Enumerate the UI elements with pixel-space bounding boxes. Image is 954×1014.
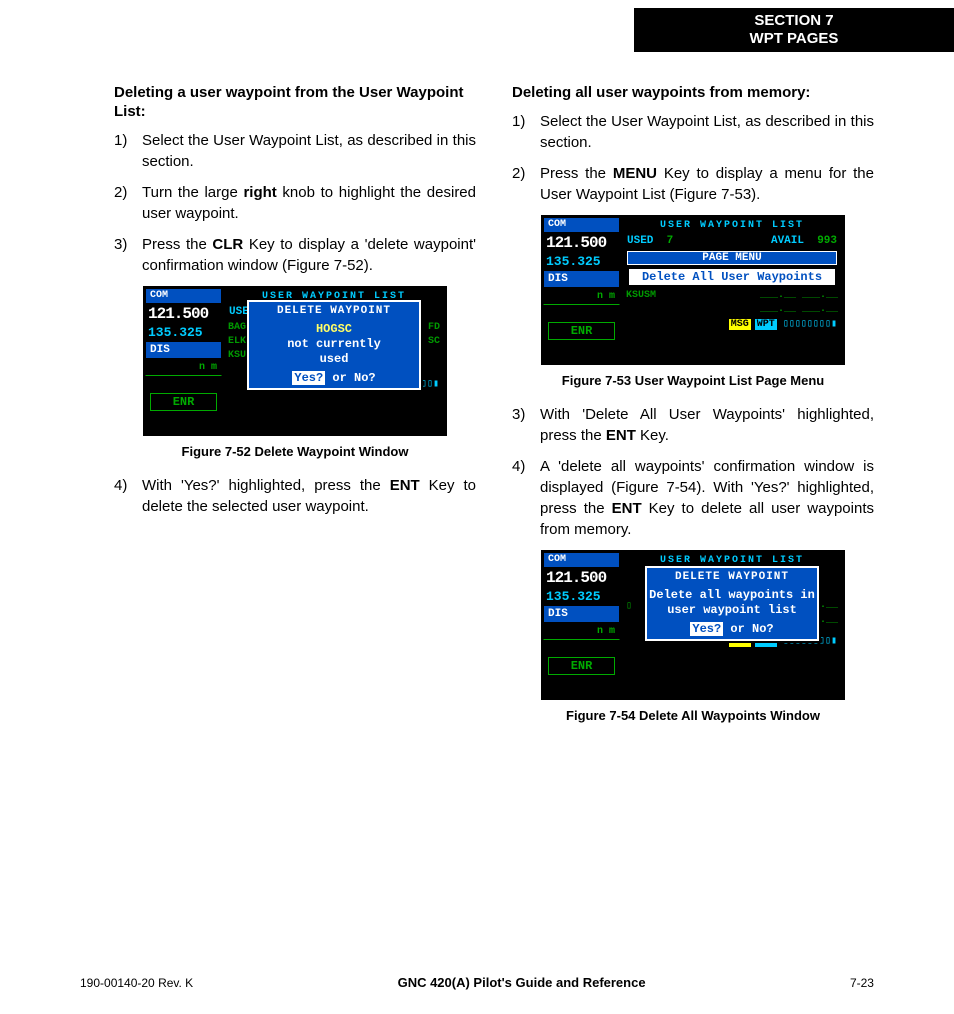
right-column: Deleting all user waypoints from memory:… bbox=[512, 80, 874, 739]
freq-standby: 135.325 bbox=[145, 324, 222, 341]
right-heading: Deleting all user waypoints from memory: bbox=[512, 84, 874, 103]
step-2: 2)Turn the large right knob to highlight… bbox=[114, 182, 476, 224]
page-number: 7-23 bbox=[850, 976, 874, 990]
right-steps-a: 1)Select the User Waypoint List, as desc… bbox=[512, 111, 874, 205]
step-3: 3)Press the CLR Key to display a 'delete… bbox=[114, 234, 476, 276]
com-label: COM bbox=[145, 288, 222, 304]
no-button[interactable]: No? bbox=[752, 622, 774, 636]
delete-all-popup: DELETE WAYPOINT Delete all waypoints in … bbox=[645, 566, 819, 641]
left-steps: 1)Select the User Waypoint List, as desc… bbox=[114, 130, 476, 276]
figure-7-54: COM 121.500 135.325 DIS n m ENR USER WAY… bbox=[512, 550, 874, 723]
doc-title: GNC 420(A) Pilot's Guide and Reference bbox=[398, 975, 646, 990]
figure-7-53: COM 121.500 135.325 DIS n m ENR USER WAY… bbox=[512, 215, 874, 388]
device-screenshot-53: COM 121.500 135.325 DIS n m ENR USER WAY… bbox=[541, 215, 845, 365]
no-button[interactable]: No? bbox=[354, 371, 376, 385]
page-menu-title: PAGE MENU bbox=[627, 251, 837, 265]
step-4: 4)With 'Yes?' highlighted, press the ENT… bbox=[114, 475, 476, 517]
step-1: 1)Select the User Waypoint List, as desc… bbox=[114, 130, 476, 172]
dis-label: DIS bbox=[145, 341, 222, 359]
figure-52-caption: Figure 7-52 Delete Waypoint Window bbox=[114, 444, 476, 459]
doc-rev: 190-00140-20 Rev. K bbox=[80, 976, 193, 990]
menu-item-delete-all[interactable]: Delete All User Waypoints bbox=[627, 267, 837, 287]
delete-waypoint-popup: DELETE WAYPOINT HOGSC not currently used… bbox=[247, 300, 421, 390]
page-footer: 190-00140-20 Rev. K GNC 420(A) Pilot's G… bbox=[80, 975, 874, 990]
yes-button[interactable]: Yes? bbox=[292, 371, 325, 385]
figure-53-caption: Figure 7-53 User Waypoint List Page Menu bbox=[512, 373, 874, 388]
section-number: SECTION 7 bbox=[674, 12, 914, 30]
left-steps-cont: 4)With 'Yes?' highlighted, press the ENT… bbox=[114, 475, 476, 517]
figure-7-52: COM 121.500 135.325 DIS n m ENR USER WAY… bbox=[114, 286, 476, 459]
enr-label: ENR bbox=[150, 393, 217, 411]
device-screenshot-52: COM 121.500 135.325 DIS n m ENR USER WAY… bbox=[143, 286, 447, 436]
left-column: Deleting a user waypoint from the User W… bbox=[114, 80, 476, 739]
section-header: SECTION 7 WPT PAGES bbox=[634, 8, 954, 52]
left-heading: Deleting a user waypoint from the User W… bbox=[114, 84, 476, 122]
right-steps-b: 3)With 'Delete All User Waypoints' highl… bbox=[512, 404, 874, 540]
figure-54-caption: Figure 7-54 Delete All Waypoints Window bbox=[512, 708, 874, 723]
section-title: WPT PAGES bbox=[674, 30, 914, 48]
waypoint-name: HOGSC bbox=[251, 322, 417, 337]
yes-button[interactable]: Yes? bbox=[690, 622, 723, 636]
freq-active: 121.500 bbox=[145, 304, 222, 324]
device-screenshot-54: COM 121.500 135.325 DIS n m ENR USER WAY… bbox=[541, 550, 845, 700]
page-columns: Deleting a user waypoint from the User W… bbox=[114, 80, 874, 739]
